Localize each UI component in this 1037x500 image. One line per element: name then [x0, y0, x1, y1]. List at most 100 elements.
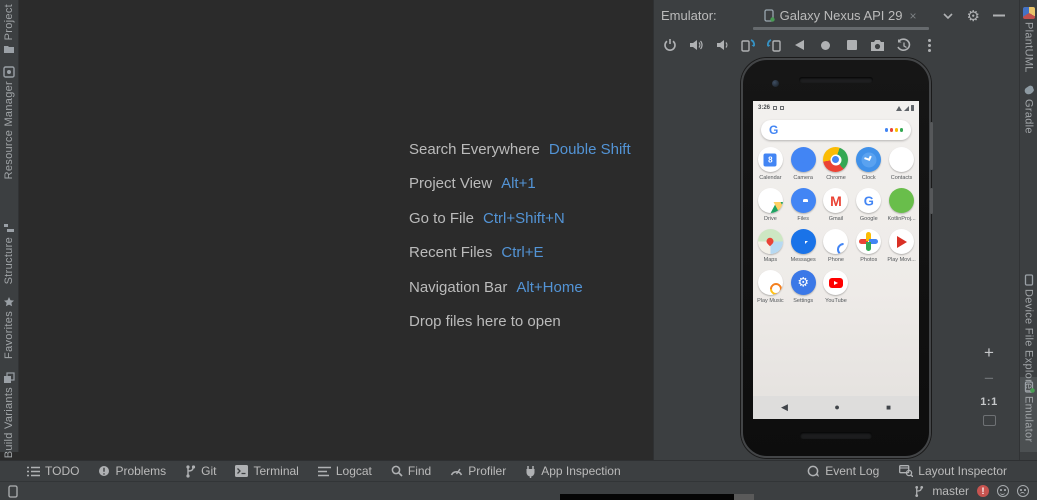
sidebar-item-label: Device File Explorer	[1023, 289, 1035, 393]
drive-icon	[758, 188, 783, 213]
app-kotlinproj[interactable]: KotlinProj...	[885, 188, 918, 229]
git-branch-icon	[914, 485, 924, 498]
sidebar-item-label: Favorites	[3, 311, 15, 359]
toolwindow-terminal[interactable]: Terminal	[235, 464, 298, 478]
sidebar-item-emulator[interactable]: Emulator	[1020, 381, 1037, 442]
feedback-sad-icon[interactable]	[1017, 485, 1029, 497]
app-youtube[interactable]: YouTube	[820, 270, 853, 311]
sidebar-item-plantuml[interactable]: PlantUML	[1020, 7, 1037, 73]
front-camera	[772, 80, 779, 87]
toolwindow-problems[interactable]: Problems	[98, 464, 166, 478]
volume-rocker	[930, 122, 933, 170]
device-file-explorer-icon	[1023, 274, 1035, 286]
gear-icon[interactable]: ⚙	[967, 7, 980, 25]
android-studio-window: Project Resource Manager Structure Favor…	[0, 0, 1037, 500]
git-branch-name[interactable]: master	[932, 484, 969, 498]
shortcut-action: Project View	[409, 175, 492, 192]
virtual-device-galaxy-nexus[interactable]: 3:26 G	[741, 58, 931, 458]
connected-device-icon[interactable]	[8, 485, 18, 498]
app-messages[interactable]: Messages	[787, 229, 820, 270]
play-music-icon	[758, 270, 783, 295]
notification-icon	[780, 106, 784, 110]
app-photos[interactable]: Photos	[852, 229, 885, 270]
home-button[interactable]	[816, 36, 835, 55]
sidebar-item-label: Project	[3, 4, 15, 40]
rotate-right-button[interactable]	[764, 36, 783, 55]
app-gmail[interactable]: M Gmail	[820, 188, 853, 229]
nav-overview-icon[interactable]: ■	[886, 404, 891, 412]
device-tab-icon	[763, 9, 775, 22]
app-inspection-icon	[525, 465, 536, 478]
app-chrome[interactable]: Chrome	[820, 147, 853, 188]
minimize-icon[interactable]	[993, 14, 1005, 17]
device-tab-label: Galaxy Nexus API 29	[780, 8, 903, 23]
error-indicator[interactable]: !	[977, 485, 989, 497]
app-clock[interactable]: Clock	[852, 147, 885, 188]
app-calendar[interactable]: 8 Calendar	[754, 147, 787, 188]
app-settings[interactable]: ⚙ Settings	[787, 270, 820, 311]
app-phone[interactable]: Phone	[820, 229, 853, 270]
toolwindow-profiler[interactable]: Profiler	[450, 464, 506, 478]
snapshots-button[interactable]	[894, 36, 913, 55]
sidebar-item-device-file-explorer[interactable]: Device File Explorer	[1020, 274, 1037, 393]
app-play-movies[interactable]: Play Movi...	[885, 229, 918, 270]
shortcut-keys: Double Shift	[549, 141, 631, 158]
app-google[interactable]: G Google	[852, 188, 885, 229]
toolwindow-todo[interactable]: TODO	[27, 464, 79, 478]
shortcut-row: Navigation Bar Alt+Home	[409, 270, 631, 305]
zoom-in-button[interactable]: +	[984, 343, 994, 363]
chevron-down-icon[interactable]	[942, 12, 954, 20]
sidebar-item-structure[interactable]: Structure	[0, 222, 18, 284]
active-tab-underline	[753, 27, 929, 30]
shortcut-action: Navigation Bar	[409, 279, 507, 296]
app-files[interactable]: Files	[787, 188, 820, 229]
sidebar-item-resource-manager[interactable]: Resource Manager	[0, 66, 18, 179]
app-camera[interactable]: Camera	[787, 147, 820, 188]
zoom-out-button[interactable]: −	[984, 369, 994, 389]
sidebar-item-label: Emulator	[1023, 396, 1035, 442]
contacts-icon	[889, 147, 914, 172]
shortcut-keys: Ctrl+Shift+N	[483, 210, 565, 227]
sidebar-item-label: Structure	[3, 237, 15, 284]
messages-icon	[791, 229, 816, 254]
google-search-bar[interactable]: G	[761, 120, 911, 140]
screenshot-camera-button[interactable]	[868, 36, 887, 55]
gradle-icon	[1023, 84, 1035, 96]
more-options-kebab-icon[interactable]	[920, 36, 939, 55]
sidebar-item-build-variants[interactable]: Build Variants	[0, 372, 18, 458]
device-clock: 3:26	[758, 105, 770, 111]
volume-up-button[interactable]	[686, 36, 705, 55]
tab-close-icon[interactable]: ×	[909, 9, 916, 23]
toolwindow-logcat[interactable]: Logcat	[318, 464, 372, 478]
app-maps[interactable]: Maps	[754, 229, 787, 270]
plantuml-icon	[1023, 7, 1035, 19]
emulator-device-tab[interactable]: Galaxy Nexus API 29 ×	[757, 0, 923, 31]
nav-home-icon[interactable]: ●	[834, 403, 839, 412]
device-screen[interactable]: 3:26 G	[753, 101, 919, 419]
assistant-icon[interactable]	[885, 128, 904, 132]
app-drive[interactable]: Drive	[754, 188, 787, 229]
overview-button[interactable]	[842, 36, 861, 55]
earpiece-speaker	[799, 77, 873, 83]
toolwindow-event-log[interactable]: Event Log	[807, 464, 879, 478]
toolwindow-app-inspection[interactable]: App Inspection	[525, 464, 620, 478]
app-play-music[interactable]: Play Music	[754, 270, 787, 311]
fit-to-window-button[interactable]	[983, 415, 996, 426]
power-button[interactable]	[660, 36, 679, 55]
feedback-happy-icon[interactable]	[997, 485, 1009, 497]
sidebar-item-gradle[interactable]: Gradle	[1020, 84, 1037, 134]
back-button[interactable]	[790, 36, 809, 55]
volume-down-button[interactable]	[712, 36, 731, 55]
toolwindow-find[interactable]: Find	[391, 464, 431, 478]
nav-back-icon[interactable]: ◀	[781, 403, 788, 412]
toolwindow-layout-inspector[interactable]: Layout Inspector	[899, 464, 1007, 478]
actual-size-button[interactable]: 1:1	[980, 396, 997, 409]
sidebar-item-project[interactable]: Project	[0, 4, 18, 55]
shortcut-row: Project View Alt+1	[409, 167, 631, 202]
app-contacts[interactable]: Contacts	[885, 147, 918, 188]
editor-empty-area: Search Everywhere Double Shift Project V…	[20, 8, 653, 460]
toolwindow-git[interactable]: Git	[185, 464, 216, 478]
rotate-left-button[interactable]	[738, 36, 757, 55]
sidebar-item-favorites[interactable]: Favorites	[0, 296, 18, 359]
shortcut-hints: Search Everywhere Double Shift Project V…	[409, 132, 631, 339]
